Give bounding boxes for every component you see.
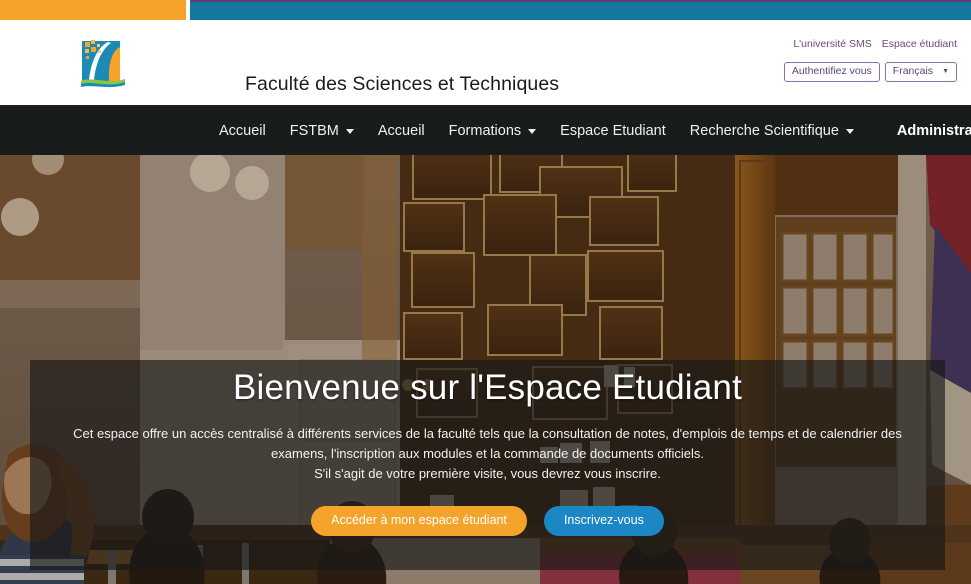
nav-label: FSTBM (289, 123, 339, 139)
nav-item-fstbm[interactable]: FSTBM (290, 123, 354, 139)
header-top-links: L'université SMS Espace étudiant (786, 38, 957, 50)
nav-label: Formations (448, 123, 522, 139)
language-label: Français (892, 65, 934, 77)
nav-label: Accueil (377, 123, 425, 139)
nav-label: Espace Etudiant (560, 123, 666, 139)
register-button[interactable]: Inscrivez-vous (543, 506, 664, 536)
nav-item-espace-etudiant[interactable]: Espace Etudiant (560, 123, 666, 139)
chevron-down-icon (345, 128, 354, 134)
user-name-label: Administrator (896, 123, 971, 139)
hero-content: Bienvenue sur l'Espace Etudiant Cet espa… (30, 360, 945, 570)
link-espace-etudiant[interactable]: Espace étudiant (882, 38, 957, 50)
header-action-buttons: Authentifiez vous Français ▼ (783, 62, 957, 82)
nav-item-recherche-scientifique[interactable]: Recherche Scientifique (690, 123, 854, 139)
language-select-button[interactable]: Français ▼ (884, 62, 957, 82)
nav-item-accueil-2[interactable]: Accueil (378, 123, 425, 139)
hero-note: S'il s'agit de votre première visite, vo… (314, 466, 661, 481)
user-menu[interactable]: Administrator (897, 121, 971, 141)
chevron-down-icon: ▼ (942, 68, 949, 75)
authenticate-button[interactable]: Authentifiez vous (783, 62, 880, 82)
nav-item-formations[interactable]: Formations (449, 123, 537, 139)
link-universite-sms[interactable]: L'université SMS (793, 38, 871, 50)
chevron-down-icon (528, 128, 537, 134)
fstbm-logo-icon (81, 40, 125, 88)
top-color-bars (0, 0, 971, 20)
main-navigation: Accueil FSTBM Accueil Formations Espace … (0, 107, 971, 155)
chevron-down-icon (845, 128, 854, 134)
nav-label: Accueil (219, 123, 266, 139)
nav-item-accueil-1[interactable]: Accueil (219, 123, 266, 139)
hero-button-group: Accéder à mon espace étudiant Inscrivez-… (30, 506, 945, 536)
access-student-space-button[interactable]: Accéder à mon espace étudiant (311, 506, 527, 536)
site-title: Faculté des Sciences et Techniques (245, 73, 560, 95)
site-header: Faculté des Sciences et Techniques L'uni… (0, 20, 971, 107)
top-bar-orange (0, 0, 186, 20)
hero-paragraph: Cet espace offre un accès centralisé à d… (73, 426, 902, 461)
page-root: Faculté des Sciences et Techniques L'uni… (0, 0, 971, 584)
fstbm-logo[interactable] (78, 35, 128, 88)
hero-section: Bienvenue sur l'Espace Etudiant Cet espa… (0, 155, 971, 584)
top-bar-teal (190, 0, 971, 20)
nav-label: Recherche Scientifique (689, 123, 839, 139)
hero-title: Bienvenue sur l'Espace Etudiant (232, 368, 743, 407)
